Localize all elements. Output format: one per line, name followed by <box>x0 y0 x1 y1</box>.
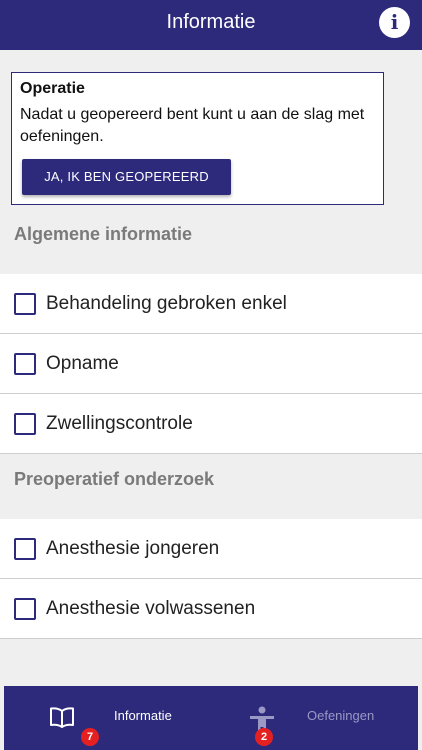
tab-label: Oefeningen <box>307 708 375 723</box>
list-preoperatief-onderzoek: Anesthesie jongeren Anesthesie volwassen… <box>0 519 422 639</box>
section-header-algemene-informatie: Algemene informatie <box>0 214 422 254</box>
top-app-bar: Informatie i <box>0 0 422 50</box>
checkbox[interactable] <box>14 413 36 435</box>
operated-confirm-button[interactable]: JA, IK BEN GEOPEREERD <box>22 159 231 195</box>
list-item-zwellingscontrole[interactable]: Zwellingscontrole <box>0 394 422 454</box>
list-item-label: Zwellingscontrole <box>46 413 193 434</box>
list-item-label: Behandeling gebroken enkel <box>46 293 287 314</box>
section-title: Algemene informatie <box>14 224 193 244</box>
notification-badge: 7 <box>81 728 99 746</box>
list-item-label: Opname <box>46 353 119 374</box>
list-item-label: Anesthesie volwassenen <box>46 598 256 619</box>
book-icon <box>49 706 75 733</box>
list-item-opname[interactable]: Opname <box>0 334 422 394</box>
tab-informatie[interactable]: Informatie 7 <box>4 686 211 750</box>
checkbox[interactable] <box>14 353 36 375</box>
tab-label: Informatie <box>114 708 172 723</box>
list-item-behandeling-gebroken-enkel[interactable]: Behandeling gebroken enkel <box>0 274 422 334</box>
card-title: Operatie <box>20 80 85 97</box>
list-item-label: Anesthesie jongeren <box>46 538 220 559</box>
operation-card: Operatie Nadat u geopereerd bent kunt u … <box>11 72 384 205</box>
list-item-anesthesie-jongeren[interactable]: Anesthesie jongeren <box>0 519 422 579</box>
list-algemene-informatie: Behandeling gebroken enkel Opname Zwelli… <box>0 274 422 454</box>
section-header-preoperatief-onderzoek: Preoperatief onderzoek <box>0 459 422 499</box>
card-text: Nadat u geopereerd bent kunt u aan de sl… <box>20 106 365 145</box>
list-item-anesthesie-volwassenen[interactable]: Anesthesie volwassenen <box>0 579 422 639</box>
notification-badge: 2 <box>255 728 273 746</box>
tab-oefeningen[interactable]: Oefeningen 2 <box>211 686 418 750</box>
checkbox[interactable] <box>14 293 36 315</box>
checkbox[interactable] <box>14 598 36 620</box>
info-icon[interactable]: i <box>379 7 410 38</box>
page-title: Informatie <box>166 11 256 33</box>
checkbox[interactable] <box>14 538 36 560</box>
section-title: Preoperatief onderzoek <box>14 469 215 489</box>
bottom-navigation: Informatie 7 Oefeningen 2 <box>4 686 418 750</box>
